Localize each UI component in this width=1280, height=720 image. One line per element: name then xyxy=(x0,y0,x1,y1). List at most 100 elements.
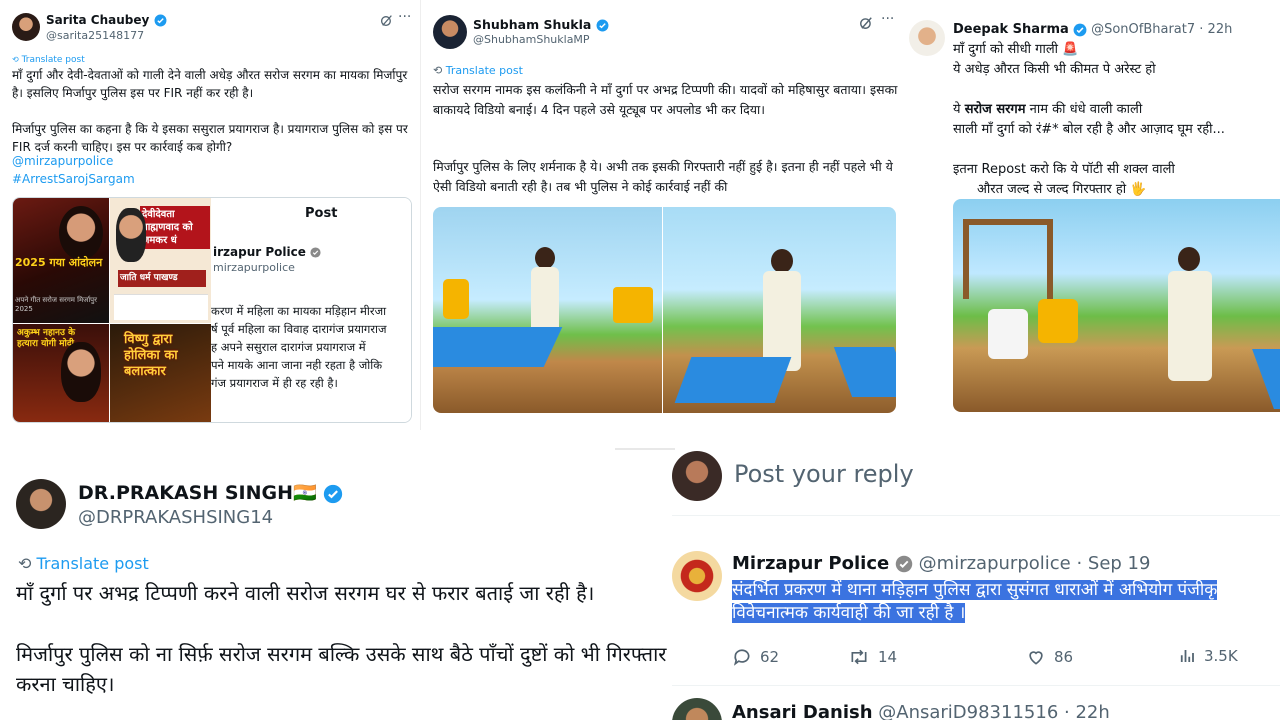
singer-body xyxy=(763,271,801,371)
tweet-header: Ansari Danish @AnsariD98311516 · 22h xyxy=(732,702,1110,720)
tweet-text: माँ दुर्गा को सीधी गाली 🚨 ये अधेड़ औरत क… xyxy=(953,40,1273,200)
more-options-icon[interactable]: ··· xyxy=(881,11,894,27)
bold-name: सरोज सरगम xyxy=(964,102,1026,117)
like-button[interactable]: 86 xyxy=(1026,647,1073,667)
musician xyxy=(613,287,653,323)
author-name[interactable]: Mirzapur Police xyxy=(732,553,889,574)
hashtag-link[interactable]: #ArrestSarojSargam xyxy=(12,172,135,186)
avatar[interactable] xyxy=(12,13,40,41)
verified-badge-icon xyxy=(310,247,321,258)
author-name-text: Sarita Chaubey xyxy=(46,13,150,27)
pergola xyxy=(963,219,1053,299)
video-thumbnail[interactable]: अकुम्भ नहानउ के हत्यारा योगी मोदी xyxy=(13,324,109,422)
author-name[interactable]: Sarita Chaubey xyxy=(46,13,167,27)
tweet-text: माँ दुर्गा पर अभद्र टिप्पणी करने वाली सर… xyxy=(16,581,595,605)
grok-icon[interactable] xyxy=(859,16,873,30)
video-still-left[interactable] xyxy=(433,207,662,413)
grok-icon[interactable] xyxy=(380,14,393,27)
tweet-text-2: मिर्जापुर पुलिस के लिए शर्मनाक है ये। अभ… xyxy=(433,159,893,194)
embedded-post[interactable]: Post irzapur Police mirzapurpolice करण म… xyxy=(211,198,411,422)
musician xyxy=(988,309,1028,359)
text-line: इतना Repost करो कि ये पॉटी सी शक्ल वाली xyxy=(953,162,1175,177)
heart-icon xyxy=(1029,651,1043,665)
video-thumbnail[interactable]: देवीदेवता ब्राह्मणवाद को जमकर धं जाति धर… xyxy=(110,198,211,323)
translate-link[interactable]: ⟲ Translate post xyxy=(18,554,149,573)
tweet-text: संदर्भित प्रकरण में थाना मड़िहान पुलिस द… xyxy=(732,579,1280,625)
tweet-text-2: मिर्जापुर पुलिस को ना सिर्फ़ सरोज सरगम ब… xyxy=(16,642,667,696)
tweet-media[interactable] xyxy=(953,199,1280,412)
text-line: माँ दुर्गा को सीधी गाली 🚨 xyxy=(953,42,1079,57)
comment-snippet xyxy=(114,294,208,320)
text-line: ये सरोज सरगम नाम की धंधे वाली काली xyxy=(953,100,1273,120)
avatar[interactable] xyxy=(16,479,66,529)
author-name[interactable]: Deepak Sharma xyxy=(953,22,1069,37)
tweet-media[interactable]: 2025 गया आंदोलन अपने गीत सरोज सरगम मिर्ज… xyxy=(12,197,412,423)
repost-button[interactable]: 14 xyxy=(848,647,897,667)
author-name-text: Shubham Shukla xyxy=(473,17,592,32)
thumbnail-title: देवीदेवता ब्राह्मणवाद को जमकर धं xyxy=(140,206,210,249)
stage-prop xyxy=(833,347,896,397)
translate-icon: ⟲ xyxy=(433,64,443,77)
embed-text: करण में महिला का मायका मड़िहान मीरजा र्ष… xyxy=(211,304,387,390)
video-thumbnail[interactable]: विष्णु द्वारा होलिका का बलात्कार xyxy=(110,324,211,422)
post-time[interactable]: · 22h xyxy=(1064,702,1110,720)
text-segment: ये xyxy=(953,102,965,117)
reply-input[interactable]: Post your reply xyxy=(734,460,914,488)
translate-link[interactable]: ⟲ Translate post xyxy=(433,64,523,77)
tweet-prakash: DR.PRAKASH SINGH🇮🇳 @DRPRAKASHSING14 ⟲ Tr… xyxy=(0,455,672,720)
repost-count: 14 xyxy=(878,648,898,666)
avatar[interactable] xyxy=(909,20,945,56)
author-handle[interactable]: @AnsariD98311516 xyxy=(878,702,1058,720)
tweet-media[interactable] xyxy=(433,207,896,413)
divider xyxy=(672,685,1280,686)
singer-head xyxy=(535,247,555,269)
stage-prop xyxy=(433,327,563,367)
singer-face xyxy=(116,208,146,262)
post-time[interactable]: · 22h xyxy=(1199,22,1232,37)
singer-body xyxy=(1168,271,1212,381)
avatar[interactable] xyxy=(672,551,722,601)
translate-link[interactable]: ⟲ Translate post xyxy=(12,55,85,65)
author-handle[interactable]: @ShubhamShuklaMP xyxy=(473,33,590,46)
like-count: 86 xyxy=(1054,648,1074,666)
reply-button[interactable]: 62 xyxy=(732,647,779,667)
views-button[interactable]: 3.5K xyxy=(1178,647,1238,665)
thumbnail-caption: अपने गीत सरोज सरगम मिर्जापुर 2025 xyxy=(15,296,98,313)
embed-author-name: irzapur Police xyxy=(213,245,321,259)
translate-text: Translate post xyxy=(445,64,523,77)
text-line: औरत जल्द से जल्द गिरफ्तार हो 🖐 xyxy=(977,182,1147,197)
post-time[interactable]: · Sep 19 xyxy=(1076,553,1150,574)
repost-icon xyxy=(851,649,867,665)
verified-badge-icon xyxy=(895,555,913,573)
author-name[interactable]: DR.PRAKASH SINGH🇮🇳 xyxy=(78,481,343,504)
translate-text: Translate post xyxy=(36,554,149,573)
current-user-avatar[interactable] xyxy=(672,451,722,501)
avatar[interactable] xyxy=(433,15,467,49)
view-count: 3.5K xyxy=(1204,647,1238,665)
video-still-right[interactable] xyxy=(663,207,896,413)
musician xyxy=(443,279,469,319)
translate-text: Translate post xyxy=(21,55,85,65)
thumbnail-subtitle: जाति धर्म पाखण्ड xyxy=(118,270,206,287)
more-options-icon[interactable]: ··· xyxy=(398,9,411,25)
author-handle[interactable]: @SonOfBharat7 xyxy=(1091,22,1195,37)
panel-separator xyxy=(615,448,675,450)
text-line: साली माँ दुर्गा को रं#* बोल रही है और आज… xyxy=(953,122,1225,137)
reply-icon xyxy=(733,649,750,666)
avatar[interactable] xyxy=(672,698,722,720)
author-handle[interactable]: @mirzapurpolice xyxy=(919,553,1071,574)
author-name[interactable]: Ansari Danish xyxy=(732,702,873,720)
views-icon xyxy=(1180,650,1194,662)
translate-icon: ⟲ xyxy=(18,554,32,573)
singer-head xyxy=(771,249,793,273)
author-handle[interactable]: @DRPRAKASHSING14 xyxy=(78,507,273,528)
embed-title: Post xyxy=(305,206,338,221)
reply-thread: Post your reply Mirzapur Police @mirzapu… xyxy=(672,450,1280,720)
panel-separator xyxy=(420,0,421,430)
video-thumbnail[interactable]: 2025 गया आंदोलन अपने गीत सरोज सरगम मिर्ज… xyxy=(13,198,109,323)
mention-link[interactable]: @mirzapurpolice xyxy=(12,154,113,168)
author-handle[interactable]: @sarita25148177 xyxy=(46,29,144,42)
tweet-deepak: Deepak Sharma @SonOfBharat7 · 22h माँ दु… xyxy=(905,0,1280,425)
author-name[interactable]: Shubham Shukla xyxy=(473,17,609,32)
